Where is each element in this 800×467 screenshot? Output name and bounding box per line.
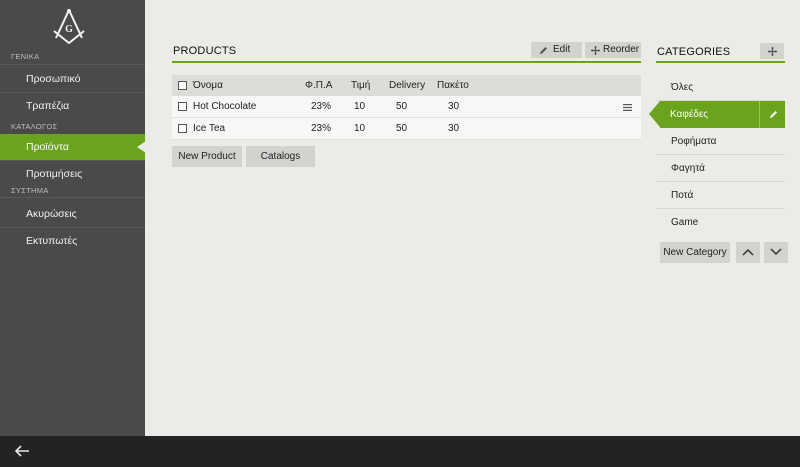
catalogs-button[interactable]: Catalogs bbox=[246, 146, 315, 167]
add-category-button[interactable] bbox=[760, 43, 784, 59]
select-all-checkbox[interactable] bbox=[178, 81, 187, 90]
column-header-name[interactable]: Όνομα bbox=[193, 75, 223, 96]
table-row[interactable]: Ice Tea 23% 10 50 30 bbox=[172, 118, 641, 140]
new-product-button[interactable]: New Product bbox=[172, 146, 242, 167]
category-item-food[interactable]: Φαγητά bbox=[656, 155, 785, 182]
column-header-price[interactable]: Τιμή bbox=[351, 75, 370, 96]
categories-underline bbox=[656, 61, 785, 63]
product-vat: 23% bbox=[311, 123, 332, 134]
row-checkbox[interactable] bbox=[178, 102, 187, 111]
divider bbox=[0, 197, 145, 198]
section-label-general: ΓΕΝΙΚΑ bbox=[11, 52, 40, 61]
column-header-package[interactable]: Πακέτο bbox=[437, 75, 469, 96]
move-arrows-icon bbox=[591, 46, 600, 55]
back-arrow-icon[interactable] bbox=[14, 444, 30, 458]
masonic-logo-icon: G bbox=[53, 9, 85, 44]
sidebar: G ΓΕΝΙΚΑ Προσωπικό Τραπέζια ΚΑΤΑΛΟΓΟΣ Πρ… bbox=[0, 0, 146, 436]
edit-button[interactable]: Edit bbox=[531, 42, 582, 58]
reorder-label: Reorder bbox=[603, 44, 640, 55]
table-header: Όνομα Φ.Π.Α Τιμή Delivery Πακέτο bbox=[172, 75, 641, 96]
divider bbox=[0, 64, 145, 65]
move-down-button[interactable] bbox=[764, 242, 788, 263]
category-item-drinks[interactable]: Ποτά bbox=[656, 182, 785, 209]
nav-item-staff[interactable]: Προσωπικό bbox=[0, 66, 145, 92]
category-label: Καφέδες bbox=[670, 109, 709, 120]
product-package: 30 bbox=[448, 101, 460, 112]
categories-title: CATEGORIES bbox=[657, 46, 731, 58]
product-name: Ice Tea bbox=[193, 123, 226, 134]
reorder-button[interactable]: Reorder bbox=[585, 42, 641, 58]
product-price: 10 bbox=[354, 123, 366, 134]
table-row[interactable]: Hot Chocolate 23% 10 50 30 bbox=[172, 96, 641, 118]
nav-item-preferences[interactable]: Προτιμήσεις bbox=[0, 161, 145, 187]
column-header-vat[interactable]: Φ.Π.Α bbox=[305, 75, 332, 96]
product-delivery: 50 bbox=[396, 101, 408, 112]
product-price: 10 bbox=[354, 101, 366, 112]
edit-category-button[interactable] bbox=[759, 101, 785, 128]
column-header-delivery[interactable]: Delivery bbox=[389, 75, 425, 96]
nav-item-cancellations[interactable]: Ακυρώσεις bbox=[0, 201, 145, 227]
product-name: Hot Chocolate bbox=[193, 101, 257, 112]
product-delivery: 50 bbox=[396, 123, 408, 134]
product-package: 30 bbox=[448, 123, 460, 134]
row-checkbox[interactable] bbox=[178, 124, 187, 133]
category-item-coffees[interactable]: Καφέδες bbox=[660, 101, 785, 128]
nav-item-printers[interactable]: Εκτυπωτές bbox=[0, 228, 145, 254]
category-item-beverages[interactable]: Ροφήματα bbox=[656, 128, 785, 155]
category-item-all[interactable]: Όλες bbox=[656, 74, 785, 101]
section-label-system: ΣΥΣΤΗΜΑ bbox=[11, 186, 49, 195]
nav-item-tables[interactable]: Τραπέζια bbox=[0, 93, 145, 119]
move-arrows-icon bbox=[768, 47, 777, 56]
row-menu-icon[interactable] bbox=[623, 104, 632, 111]
products-table: Όνομα Φ.Π.Α Τιμή Delivery Πακέτο Hot Cho… bbox=[172, 75, 641, 140]
pencil-icon bbox=[770, 111, 777, 118]
nav-item-products[interactable]: Προϊόντα bbox=[0, 134, 146, 160]
bottom-app-bar bbox=[0, 436, 800, 467]
active-category-pointer bbox=[649, 101, 660, 127]
product-vat: 23% bbox=[311, 101, 332, 112]
products-underline bbox=[172, 61, 641, 63]
svg-text:G: G bbox=[65, 24, 73, 35]
section-label-catalog: ΚΑΤΑΛΟΓΟΣ bbox=[11, 122, 58, 131]
products-title: PRODUCTS bbox=[173, 45, 237, 57]
chevron-up-icon bbox=[742, 248, 754, 256]
new-category-button[interactable]: New Category bbox=[660, 242, 730, 263]
pencil-icon bbox=[540, 47, 547, 54]
category-item-game[interactable]: Game bbox=[656, 209, 785, 236]
chevron-down-icon bbox=[770, 248, 782, 256]
move-up-button[interactable] bbox=[736, 242, 760, 263]
edit-label: Edit bbox=[553, 44, 571, 55]
